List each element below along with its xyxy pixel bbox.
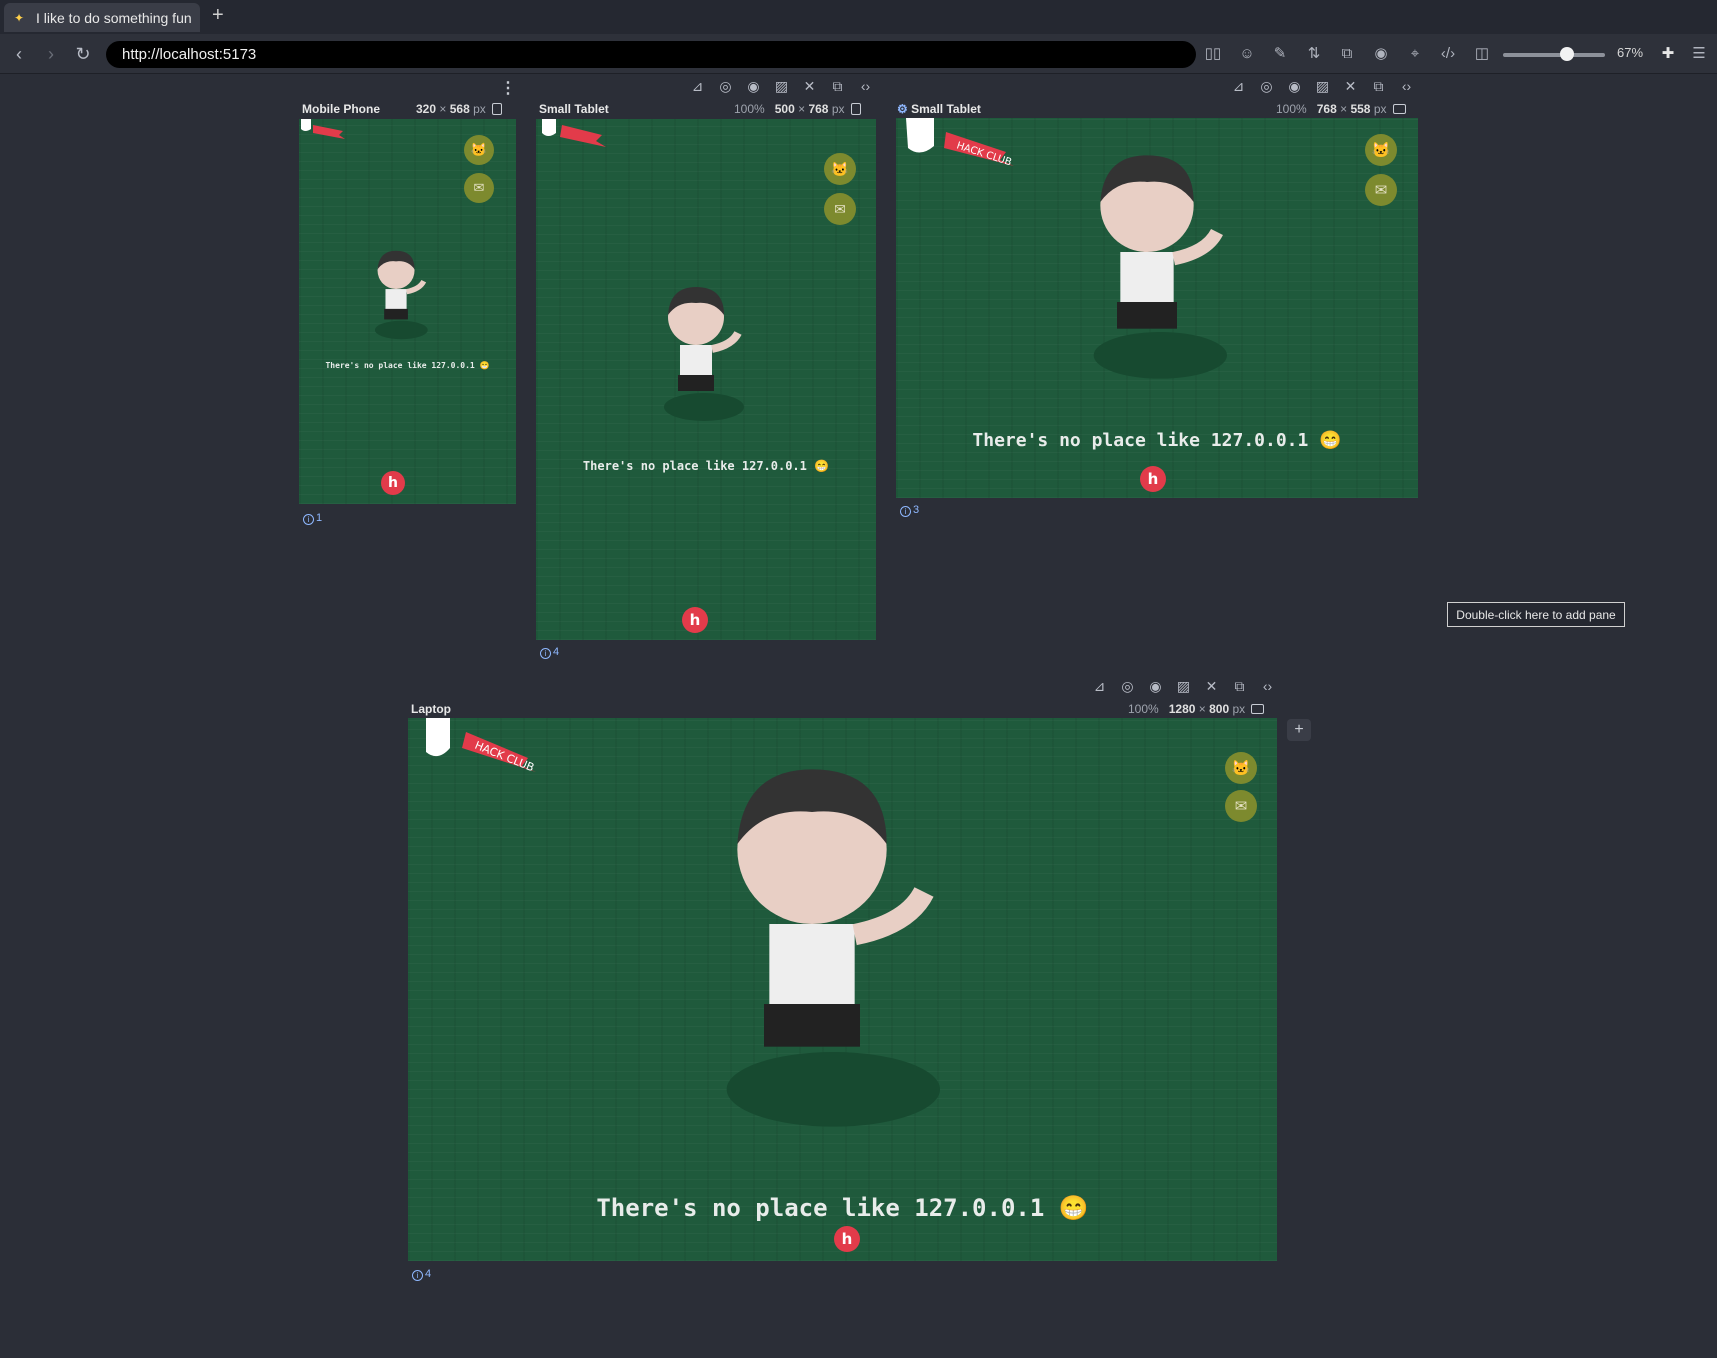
pane-label: Mobile Phone <box>302 102 380 116</box>
inspect-icon[interactable]: ⌖ <box>1404 43 1426 65</box>
site-frame: HACK CLUB 🐱 ✉ There's no place like 127.… <box>896 118 1418 498</box>
hack-club-flag-icon[interactable] <box>536 119 616 155</box>
github-icon[interactable]: 🐱 <box>824 153 856 185</box>
camera-icon[interactable]: ◉ <box>1286 78 1303 95</box>
pane-size: 100% 500 × 768 px <box>734 102 861 116</box>
new-tab-button[interactable]: + <box>212 4 224 27</box>
browser-tab[interactable]: ✦ I like to do something fun <box>4 3 200 32</box>
image-icon[interactable]: ▨ <box>1314 78 1331 95</box>
camera-icon[interactable]: ◉ <box>745 78 762 95</box>
code-icon[interactable]: ‹/› <box>1437 43 1459 65</box>
console-counter[interactable]: i4 <box>412 1268 431 1281</box>
character-illustration <box>374 250 428 340</box>
ruler-icon[interactable]: ⊿ <box>1230 78 1247 95</box>
tools-icon[interactable]: ✕ <box>801 78 818 95</box>
tools-icon[interactable]: ✕ <box>1203 678 1220 695</box>
h-button[interactable]: h <box>682 607 708 633</box>
devices-icon[interactable]: ⧉ <box>1370 78 1387 95</box>
mail-icon[interactable]: ✉ <box>1225 790 1257 822</box>
split-view-icon[interactable]: ▯▯ <box>1202 43 1224 65</box>
character-illustration <box>1093 155 1227 379</box>
devices-icon[interactable]: ⧉ <box>1336 43 1358 65</box>
ruler-icon[interactable]: ⊿ <box>689 78 706 95</box>
site-frame: HACK CLUB 🐱 ✉ There's no place like 127.… <box>408 718 1277 1261</box>
sidebar-icon[interactable]: ◫ <box>1471 43 1493 65</box>
image-icon[interactable]: ▨ <box>773 78 790 95</box>
code-icon[interactable]: ‹› <box>1398 78 1415 95</box>
target-icon[interactable]: ◎ <box>1258 78 1275 95</box>
favicon-icon: ✦ <box>14 10 25 25</box>
github-icon[interactable]: 🐱 <box>1365 134 1397 166</box>
hack-club-flag-icon[interactable]: HACK CLUB <box>896 118 1026 178</box>
character-illustration <box>726 769 940 1127</box>
site-frame: 🐱 ✉ There's no place like 127.0.0.1 😁 h <box>299 119 516 504</box>
add-pane-tooltip: Double-click here to add pane <box>1447 602 1625 627</box>
url-input[interactable]: http://localhost:5173 <box>106 41 1196 68</box>
mail-icon[interactable]: ✉ <box>1365 174 1397 206</box>
zoom-level: 67% <box>1617 45 1644 60</box>
pane-toolbar: ⊿ ◎ ◉ ▨ ✕ ⧉ ‹› <box>1091 678 1276 695</box>
nav-bar: ‹ › ↻ http://localhost:5173 ▯▯ ☺ ✎ ⇅ ⧉ ◉… <box>0 34 1717 74</box>
sync-icon[interactable]: ⇅ <box>1303 43 1325 65</box>
target-icon[interactable]: ◎ <box>1119 678 1136 695</box>
pen-icon[interactable]: ✎ <box>1269 43 1291 65</box>
pane-toolbar: ⊿ ◎ ◉ ▨ ✕ ⧉ ‹› <box>689 78 874 95</box>
tab-title: I like to do something fun <box>36 9 192 26</box>
site-frame: 🐱 ✉ There's no place like 127.0.0.1 😁 h <box>536 119 876 640</box>
code-icon[interactable]: ‹› <box>857 78 874 95</box>
banner-text: HACK CLUB <box>955 140 1013 168</box>
mail-icon[interactable]: ✉ <box>464 173 494 203</box>
pane-size: 100% 768 × 558 px <box>1276 102 1406 116</box>
welcome-message: There's no place like 127.0.0.1 😁 <box>325 361 490 370</box>
devices-icon[interactable]: ⧉ <box>829 78 846 95</box>
pane-size: 320 × 568 px <box>416 102 502 116</box>
zoom-slider[interactable] <box>1503 53 1605 57</box>
hack-club-flag-icon[interactable]: HACK CLUB <box>408 718 548 784</box>
pane-label: Small Tablet <box>539 102 609 116</box>
devices-icon[interactable]: ⧉ <box>1231 678 1248 695</box>
more-menu-icon[interactable]: ⋮ <box>500 78 516 98</box>
h-button[interactable]: h <box>1140 466 1166 492</box>
target-icon[interactable]: ◎ <box>717 78 734 95</box>
pane-toolbar: ⊿ ◎ ◉ ▨ ✕ ⧉ ‹› <box>1230 78 1415 95</box>
character-illustration <box>664 287 744 421</box>
extensions-icon[interactable]: ✚ <box>1657 43 1679 65</box>
add-pane-button[interactable]: + <box>1287 719 1311 741</box>
banner-text: HACK CLUB <box>473 739 536 775</box>
tools-icon[interactable]: ✕ <box>1342 78 1359 95</box>
zoom-slider-knob[interactable] <box>1560 47 1574 61</box>
orientation-icon[interactable] <box>850 103 861 115</box>
orientation-icon[interactable] <box>1251 704 1265 714</box>
github-icon[interactable]: 🐱 <box>464 135 494 165</box>
welcome-message: There's no place like 127.0.0.1 😁 <box>596 1194 1089 1222</box>
forward-icon[interactable]: › <box>40 43 62 65</box>
github-icon[interactable]: 🐱 <box>1225 752 1257 784</box>
orientation-icon[interactable] <box>491 103 502 115</box>
pane-label: ⚙ Small Tablet <box>897 102 981 116</box>
h-button[interactable]: h <box>381 471 405 495</box>
camera-icon[interactable]: ◉ <box>1147 678 1164 695</box>
ruler-icon[interactable]: ⊿ <box>1091 678 1108 695</box>
back-icon[interactable]: ‹ <box>8 43 30 65</box>
mail-icon[interactable]: ✉ <box>824 193 856 225</box>
welcome-message: There's no place like 127.0.0.1 😁 <box>972 430 1342 451</box>
hack-club-flag-icon[interactable] <box>299 119 359 149</box>
welcome-message: There's no place like 127.0.0.1 😁 <box>582 459 830 473</box>
code-icon[interactable]: ‹› <box>1259 678 1276 695</box>
console-counter[interactable]: i3 <box>900 504 919 517</box>
camera-icon[interactable]: ◉ <box>1370 43 1392 65</box>
settings-icon[interactable]: ☰ <box>1688 43 1710 65</box>
h-button[interactable]: h <box>834 1226 860 1252</box>
console-counter[interactable]: i4 <box>540 646 559 659</box>
pane-label: Laptop <box>411 702 451 716</box>
user-icon[interactable]: ☺ <box>1236 43 1258 65</box>
pane-size: 100% 1280 × 800 px <box>1128 702 1265 716</box>
reload-icon[interactable]: ↻ <box>72 43 94 65</box>
image-icon[interactable]: ▨ <box>1175 678 1192 695</box>
console-counter[interactable]: i1 <box>303 512 322 525</box>
tab-bar: ✦ I like to do something fun + <box>0 0 1717 34</box>
pane-settings-icon[interactable]: ⚙ <box>897 102 908 116</box>
orientation-icon[interactable] <box>1392 104 1406 114</box>
